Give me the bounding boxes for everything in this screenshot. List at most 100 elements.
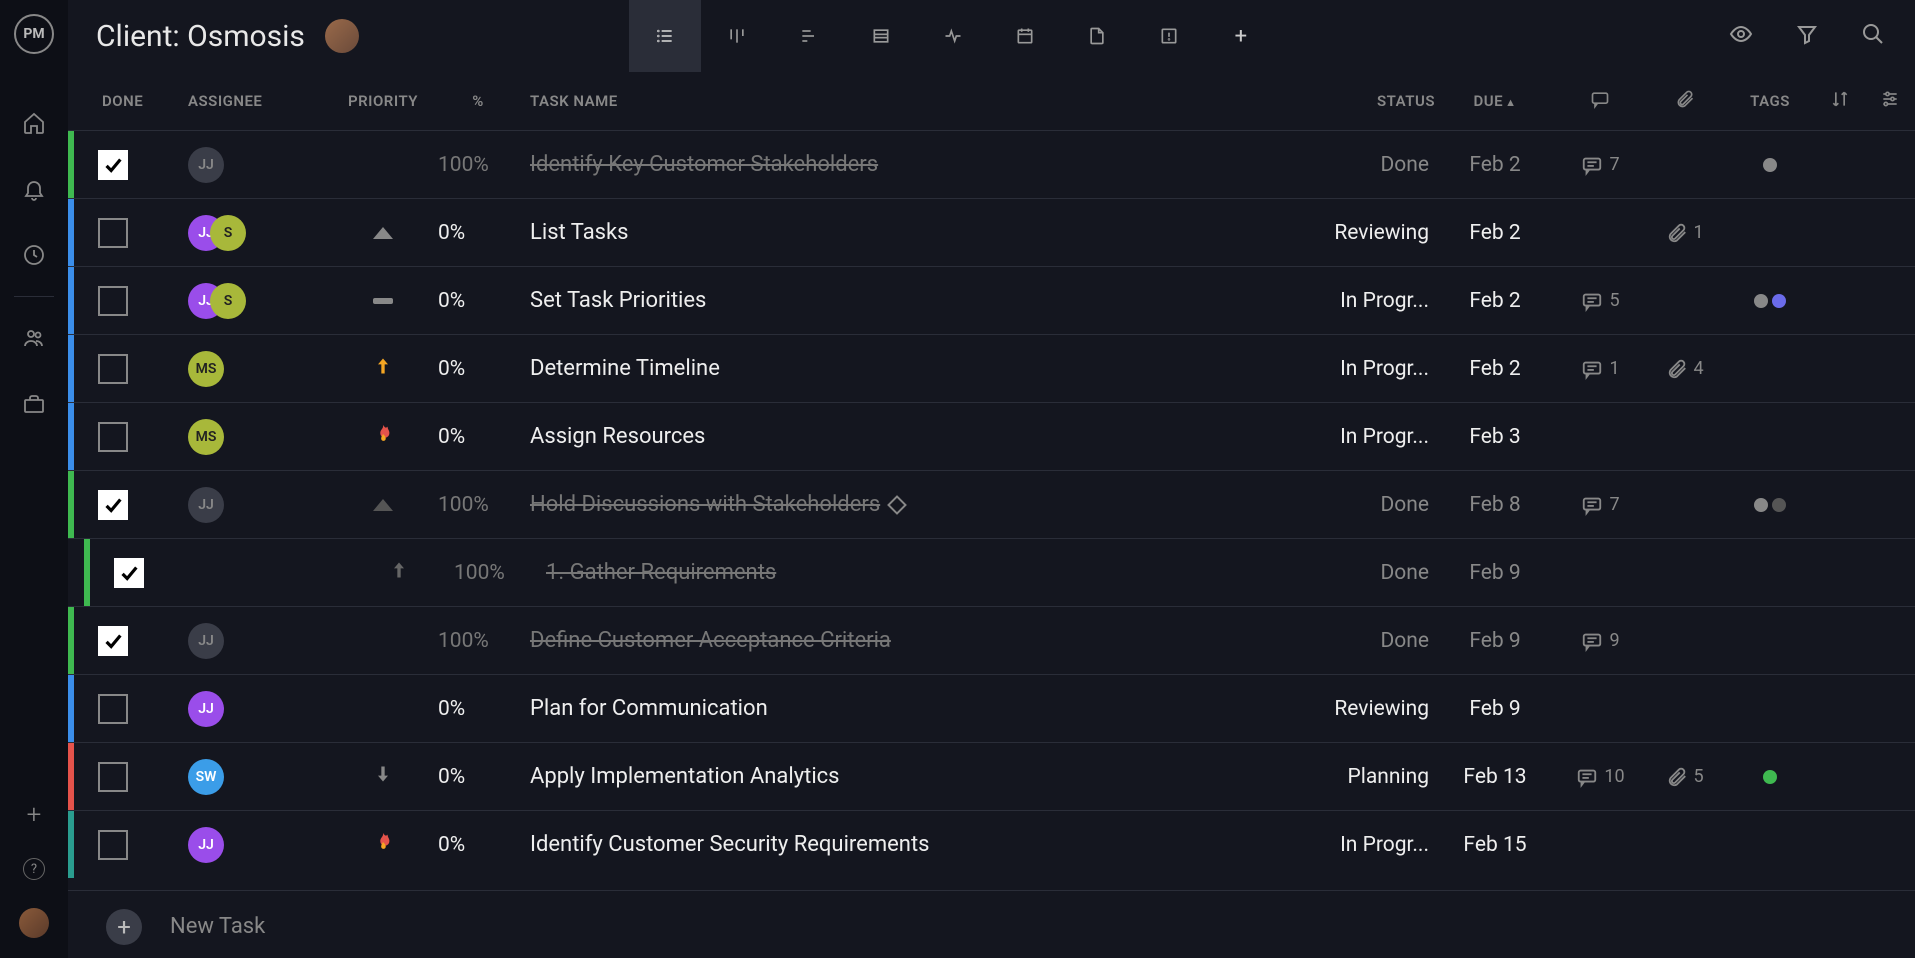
task-name[interactable]: Define Customer Acceptance Criteria [518, 628, 1295, 653]
add-task-button[interactable]: + [106, 909, 142, 945]
column-percent[interactable]: % [438, 92, 518, 110]
done-checkbox[interactable] [98, 218, 128, 248]
sheet-view-tab[interactable] [845, 0, 917, 72]
status-cell[interactable]: Done [1295, 493, 1435, 517]
column-priority[interactable]: PRIORITY [328, 92, 438, 110]
task-row[interactable]: JJ 100%Hold Discussions with Stakeholders… [68, 470, 1915, 538]
due-cell[interactable]: Feb 13 [1435, 765, 1555, 789]
attachments-cell[interactable]: 4 [1645, 358, 1725, 380]
tags-cell[interactable] [1725, 158, 1815, 172]
task-name[interactable]: Determine Timeline [518, 356, 1295, 381]
status-cell[interactable]: Reviewing [1295, 697, 1435, 721]
assignee-avatar[interactable]: JJ [188, 623, 224, 659]
status-cell[interactable]: Done [1295, 561, 1435, 585]
project-owner-avatar[interactable] [325, 19, 359, 53]
project-title[interactable]: Client: Osmosis [96, 19, 305, 54]
due-cell[interactable]: Feb 2 [1435, 289, 1555, 313]
percent-cell[interactable]: 0% [438, 765, 518, 789]
tag-dot[interactable] [1754, 498, 1768, 512]
task-name[interactable]: Hold Discussions with Stakeholders [518, 492, 1295, 517]
percent-cell[interactable]: 100% [454, 561, 534, 585]
comments-cell[interactable]: 7 [1555, 494, 1645, 516]
gantt-view-tab[interactable] [773, 0, 845, 72]
add-view-tab[interactable]: + [1205, 0, 1277, 72]
assignee-avatar[interactable]: JJ [188, 827, 224, 863]
due-cell[interactable]: Feb 9 [1435, 697, 1555, 721]
assignee-avatar[interactable]: SW [188, 759, 224, 795]
portfolio-icon[interactable] [20, 390, 48, 418]
priority-cell[interactable] [344, 558, 454, 587]
sort-button[interactable] [1815, 89, 1865, 113]
task-name[interactable]: Identify Customer Security Requirements [518, 832, 1295, 857]
done-checkbox[interactable] [114, 558, 144, 588]
notifications-icon[interactable] [20, 175, 48, 203]
tag-dot[interactable] [1772, 294, 1786, 308]
task-row[interactable]: JJ100%Identify Key Customer Stakeholders… [68, 130, 1915, 198]
column-tags[interactable]: TAGS [1725, 92, 1815, 110]
column-due[interactable]: DUE▲ [1435, 92, 1555, 110]
done-checkbox[interactable] [98, 694, 128, 724]
visibility-icon[interactable] [1729, 22, 1753, 51]
priority-cell[interactable] [328, 354, 438, 383]
comments-cell[interactable]: 10 [1555, 766, 1645, 788]
percent-cell[interactable]: 0% [438, 221, 518, 245]
tag-dot[interactable] [1754, 294, 1768, 308]
percent-cell[interactable]: 100% [438, 153, 518, 177]
calendar-view-tab[interactable] [989, 0, 1061, 72]
status-cell[interactable]: In Progr... [1295, 833, 1435, 857]
home-icon[interactable] [20, 109, 48, 137]
column-status[interactable]: STATUS [1295, 92, 1435, 110]
recent-icon[interactable] [20, 241, 48, 269]
status-cell[interactable]: Planning [1295, 765, 1435, 789]
due-cell[interactable]: Feb 9 [1435, 629, 1555, 653]
percent-cell[interactable]: 0% [438, 289, 518, 313]
column-done[interactable]: DONE [102, 92, 188, 110]
app-logo[interactable]: PM [14, 14, 54, 54]
task-row[interactable]: JJS0%Set Task PrioritiesIn Progr...Feb 2… [68, 266, 1915, 334]
assignee-avatar[interactable]: JJ [188, 487, 224, 523]
due-cell[interactable]: Feb 3 [1435, 425, 1555, 449]
task-row[interactable]: MS0%Assign ResourcesIn Progr...Feb 3 [68, 402, 1915, 470]
status-cell[interactable]: Done [1295, 629, 1435, 653]
task-row[interactable]: 100%1. Gather RequirementsDoneFeb 9 [68, 538, 1915, 606]
task-name[interactable]: Apply Implementation Analytics [518, 764, 1295, 789]
task-row[interactable]: MS0%Determine TimelineIn Progr...Feb 214 [68, 334, 1915, 402]
files-view-tab[interactable] [1061, 0, 1133, 72]
percent-cell[interactable]: 0% [438, 833, 518, 857]
column-attachments[interactable] [1645, 89, 1725, 113]
done-checkbox[interactable] [98, 150, 128, 180]
add-icon[interactable]: + [27, 800, 42, 830]
percent-cell[interactable]: 0% [438, 697, 518, 721]
attachments-cell[interactable]: 5 [1645, 766, 1725, 788]
priority-cell[interactable] [328, 227, 438, 239]
activity-view-tab[interactable] [917, 0, 989, 72]
tags-cell[interactable] [1725, 498, 1815, 512]
tag-dot[interactable] [1772, 498, 1786, 512]
column-comments[interactable] [1555, 89, 1645, 113]
team-icon[interactable] [20, 324, 48, 352]
comments-cell[interactable]: 5 [1555, 290, 1645, 312]
tags-cell[interactable] [1725, 770, 1815, 784]
status-cell[interactable]: In Progr... [1295, 289, 1435, 313]
task-name[interactable]: Plan for Communication [518, 696, 1295, 721]
task-name[interactable]: Identify Key Customer Stakeholders [518, 152, 1295, 177]
status-cell[interactable]: In Progr... [1295, 357, 1435, 381]
due-cell[interactable]: Feb 8 [1435, 493, 1555, 517]
list-view-tab[interactable] [629, 0, 701, 72]
risks-view-tab[interactable] [1133, 0, 1205, 72]
attachments-cell[interactable]: 1 [1645, 222, 1725, 244]
tag-dot[interactable] [1763, 158, 1777, 172]
due-cell[interactable]: Feb 9 [1435, 561, 1555, 585]
priority-cell[interactable] [328, 829, 438, 860]
comments-cell[interactable]: 9 [1555, 630, 1645, 652]
task-row[interactable]: JJS0%List TasksReviewingFeb 21 [68, 198, 1915, 266]
percent-cell[interactable]: 100% [438, 493, 518, 517]
status-cell[interactable]: Done [1295, 153, 1435, 177]
assignee-avatar[interactable]: MS [188, 351, 224, 387]
priority-cell[interactable] [328, 762, 438, 791]
column-assignee[interactable]: ASSIGNEE [188, 92, 328, 110]
help-icon[interactable]: ? [23, 858, 45, 880]
percent-cell[interactable]: 0% [438, 357, 518, 381]
task-row[interactable]: JJ100%Define Customer Acceptance Criteri… [68, 606, 1915, 674]
due-cell[interactable]: Feb 2 [1435, 357, 1555, 381]
